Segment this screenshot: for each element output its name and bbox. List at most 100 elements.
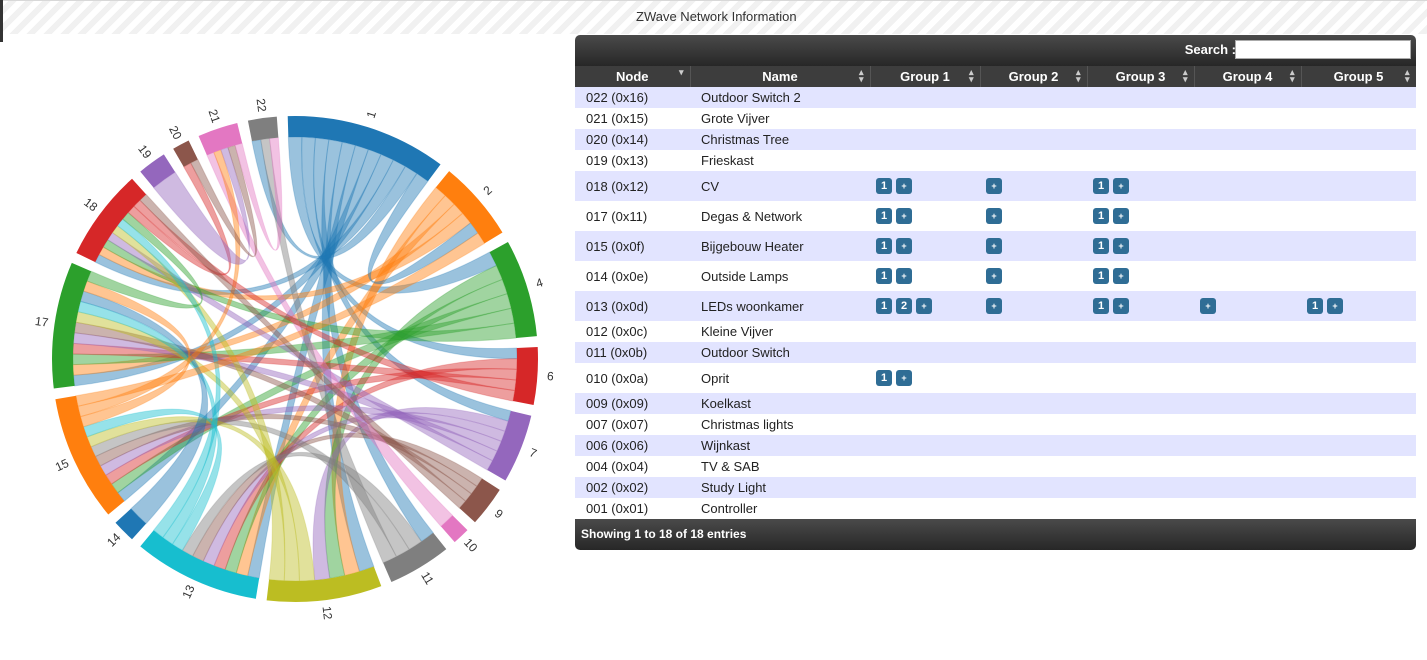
association-badge[interactable]: 1 (876, 178, 892, 195)
column-header-group-2[interactable]: Group 2 ▴ ▾ (980, 66, 1088, 87)
node-arc-label: 22 (254, 98, 270, 113)
column-header-node[interactable]: Node ▾ (575, 66, 691, 87)
table-row[interactable]: 015 (0x0f) Bijgebouw Heater 1 + +1 + (575, 231, 1416, 261)
add-association-button[interactable]: + (1113, 208, 1129, 225)
group-4-cell: + (1194, 291, 1301, 321)
table-row[interactable]: 012 (0x0c) Kleine Vijver (575, 321, 1416, 342)
sort-desc-icon[interactable]: ▾ (679, 68, 684, 77)
association-badge[interactable]: 1 (1093, 178, 1109, 195)
table-row[interactable]: 022 (0x16) Outdoor Switch 2 (575, 87, 1416, 108)
table-row[interactable]: 021 (0x15) Grote Vijver (575, 108, 1416, 129)
group-5-cell (1301, 87, 1416, 108)
node-id-cell: 021 (0x15) (575, 108, 690, 129)
add-association-button[interactable]: + (986, 208, 1002, 225)
search-input[interactable] (1235, 40, 1411, 59)
association-badge[interactable]: 1 (876, 298, 892, 315)
add-association-button[interactable]: + (1113, 238, 1129, 255)
association-badge[interactable]: 1 (1307, 298, 1323, 315)
group-5-cell (1301, 456, 1416, 477)
group-2-cell: + (980, 171, 1087, 201)
association-badge[interactable]: 1 (876, 238, 892, 255)
group-1-cell (870, 321, 980, 342)
add-association-button[interactable]: + (1327, 298, 1343, 315)
node-id-cell: 007 (0x07) (575, 414, 690, 435)
group-4-cell (1194, 150, 1301, 171)
add-association-button[interactable]: + (1113, 268, 1129, 285)
node-arc-label: 12 (319, 605, 335, 620)
column-header-group-5[interactable]: Group 5 ▴ ▾ (1301, 66, 1416, 87)
column-header-group-1[interactable]: Group 1 ▴ ▾ (870, 66, 981, 87)
node-arc-22[interactable] (247, 116, 279, 142)
add-association-button[interactable]: + (986, 268, 1002, 285)
group-1-cell: 1 + (870, 363, 980, 393)
add-association-button[interactable]: + (896, 268, 912, 285)
table-row[interactable]: 019 (0x13) Frieskast (575, 150, 1416, 171)
table-row[interactable]: 018 (0x12) CV 1 + +1 + (575, 171, 1416, 201)
column-header-group-3[interactable]: Group 3 ▴ ▾ (1087, 66, 1195, 87)
association-badge[interactable]: 1 (1093, 298, 1109, 315)
group-3-cell: 1 + (1087, 231, 1194, 261)
group-1-cell (870, 342, 980, 363)
sort-both-icon[interactable]: ▴ ▾ (1405, 68, 1410, 84)
node-name-cell: Wijnkast (690, 435, 870, 456)
add-association-button[interactable]: + (896, 208, 912, 225)
sort-both-icon[interactable]: ▴ ▾ (969, 68, 974, 84)
table-row[interactable]: 017 (0x11) Degas & Network 1 + +1 + (575, 201, 1416, 231)
node-id-cell: 004 (0x04) (575, 456, 690, 477)
add-association-button[interactable]: + (986, 238, 1002, 255)
add-association-button[interactable]: + (896, 238, 912, 255)
group-4-cell (1194, 129, 1301, 150)
add-association-button[interactable]: + (986, 298, 1002, 315)
add-association-button[interactable]: + (896, 370, 912, 387)
node-id-cell: 011 (0x0b) (575, 342, 690, 363)
add-association-button[interactable]: + (1200, 298, 1216, 315)
sort-both-icon[interactable]: ▴ ▾ (1076, 68, 1081, 84)
association-badge[interactable]: 1 (1093, 268, 1109, 285)
table-row[interactable]: 020 (0x14) Christmas Tree (575, 129, 1416, 150)
association-badge[interactable]: 2 (896, 298, 912, 315)
group-5-cell (1301, 414, 1416, 435)
group-4-cell (1194, 321, 1301, 342)
node-id-cell: 006 (0x06) (575, 435, 690, 456)
table-row[interactable]: 013 (0x0d) LEDs woonkamer 1 2 + +1 + +1 + (575, 291, 1416, 321)
association-badge[interactable]: 1 (876, 370, 892, 387)
sort-both-icon[interactable]: ▴ ▾ (1290, 68, 1295, 84)
association-badge[interactable]: 1 (876, 268, 892, 285)
node-name-cell: LEDs woonkamer (690, 291, 870, 321)
node-arc-label: 9 (492, 506, 506, 521)
table-row[interactable]: 010 (0x0a) Oprit 1 + (575, 363, 1416, 393)
table-row[interactable]: 007 (0x07) Christmas lights (575, 414, 1416, 435)
table-row[interactable]: 006 (0x06) Wijnkast (575, 435, 1416, 456)
node-name-cell: Bijgebouw Heater (690, 231, 870, 261)
group-2-cell (980, 87, 1087, 108)
node-id-cell: 012 (0x0c) (575, 321, 690, 342)
add-association-button[interactable]: + (916, 298, 932, 315)
sort-both-icon[interactable]: ▴ ▾ (1183, 68, 1188, 84)
table-row[interactable]: 014 (0x0e) Outside Lamps 1 + +1 + (575, 261, 1416, 291)
node-id-cell: 022 (0x16) (575, 87, 690, 108)
add-association-button[interactable]: + (986, 178, 1002, 195)
column-header-name[interactable]: Name ▴ ▾ (690, 66, 871, 87)
column-header-group-4[interactable]: Group 4 ▴ ▾ (1194, 66, 1302, 87)
table-row[interactable]: 011 (0x0b) Outdoor Switch (575, 342, 1416, 363)
group-5-cell (1301, 129, 1416, 150)
add-association-button[interactable]: + (896, 178, 912, 195)
group-3-cell (1087, 342, 1194, 363)
add-association-button[interactable]: + (1113, 298, 1129, 315)
add-association-button[interactable]: + (1113, 178, 1129, 195)
association-badge[interactable]: 1 (1093, 208, 1109, 225)
table-row[interactable]: 009 (0x09) Koelkast (575, 393, 1416, 414)
sort-both-icon[interactable]: ▴ ▾ (859, 68, 864, 84)
group-5-cell (1301, 342, 1416, 363)
table-row[interactable]: 004 (0x04) TV & SAB (575, 456, 1416, 477)
group-4-cell (1194, 363, 1301, 393)
node-arc-label: 19 (135, 142, 154, 161)
column-header-label: Group 3 (1115, 69, 1166, 84)
group-2-cell (980, 363, 1087, 393)
association-badge[interactable]: 1 (1093, 238, 1109, 255)
table-row[interactable]: 001 (0x01) Controller (575, 498, 1416, 519)
group-5-cell (1301, 477, 1416, 498)
association-badge[interactable]: 1 (876, 208, 892, 225)
group-3-cell: 1 + (1087, 261, 1194, 291)
table-row[interactable]: 002 (0x02) Study Light (575, 477, 1416, 498)
